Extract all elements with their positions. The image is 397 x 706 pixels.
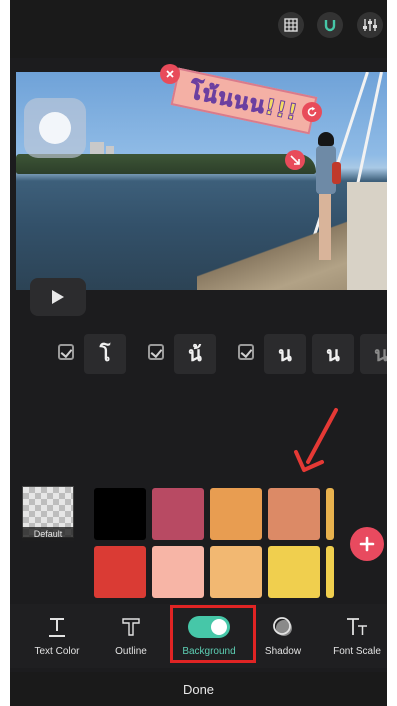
char-checkbox[interactable] (58, 344, 74, 360)
assistive-touch-button[interactable] (24, 98, 86, 158)
char-checkbox[interactable] (148, 344, 164, 360)
resize-icon[interactable] (285, 150, 305, 170)
color-swatch[interactable] (94, 546, 146, 598)
color-swatch[interactable] (268, 488, 320, 540)
person-figure (312, 132, 341, 264)
equalizer-icon[interactable] (357, 12, 383, 38)
color-swatch[interactable] (268, 546, 320, 598)
tool-text-color[interactable]: Text Color (20, 614, 94, 664)
shadow-icon (273, 617, 292, 636)
color-swatch[interactable] (210, 488, 262, 540)
char-chip[interactable]: น (264, 334, 306, 374)
color-swatch[interactable] (152, 488, 204, 540)
char-checkbox[interactable] (238, 344, 254, 360)
top-bar (10, 0, 387, 58)
bridge-deck (347, 182, 387, 290)
color-swatch[interactable] (210, 546, 262, 598)
rotate-icon[interactable] (302, 102, 322, 122)
char-chip[interactable]: น้ (174, 334, 216, 374)
tool-outline[interactable]: Outline (94, 614, 168, 664)
color-swatch[interactable] (152, 546, 204, 598)
tool-label: Text Color (34, 646, 80, 657)
play-icon (52, 290, 64, 304)
tool-label: Font Scale (333, 646, 381, 657)
plus-icon (359, 536, 375, 552)
text-underline-icon (49, 618, 65, 637)
close-icon[interactable] (160, 64, 180, 84)
default-label: Default (22, 527, 74, 541)
tool-shadow[interactable]: Shadow (246, 614, 320, 664)
char-chip[interactable]: น (312, 334, 354, 374)
tool-font-scale[interactable]: Font Scale (320, 614, 387, 664)
play-button[interactable] (30, 278, 86, 316)
color-swatch[interactable] (326, 488, 334, 540)
magnet-icon[interactable] (317, 12, 343, 38)
done-bar: Done (10, 672, 387, 706)
char-chip[interactable]: โ (84, 334, 126, 374)
tool-label: Outline (115, 646, 147, 657)
tool-label: Shadow (264, 646, 302, 657)
highlight-frame (170, 605, 256, 663)
grid-icon[interactable] (278, 12, 304, 38)
text-outline-icon (122, 618, 140, 636)
color-swatch[interactable] (94, 488, 146, 540)
character-row: โ น้ น น น (10, 328, 387, 380)
annotation-arrow-icon (294, 408, 338, 472)
add-color-button[interactable] (350, 527, 384, 561)
color-swatch[interactable] (326, 546, 334, 598)
char-chip[interactable]: น (360, 334, 387, 374)
font-scale-icon (347, 618, 367, 635)
editor-screen: โน้นนน!!! โ น้ น น น Default Text Color … (10, 0, 387, 706)
done-button[interactable]: Done (183, 682, 214, 697)
